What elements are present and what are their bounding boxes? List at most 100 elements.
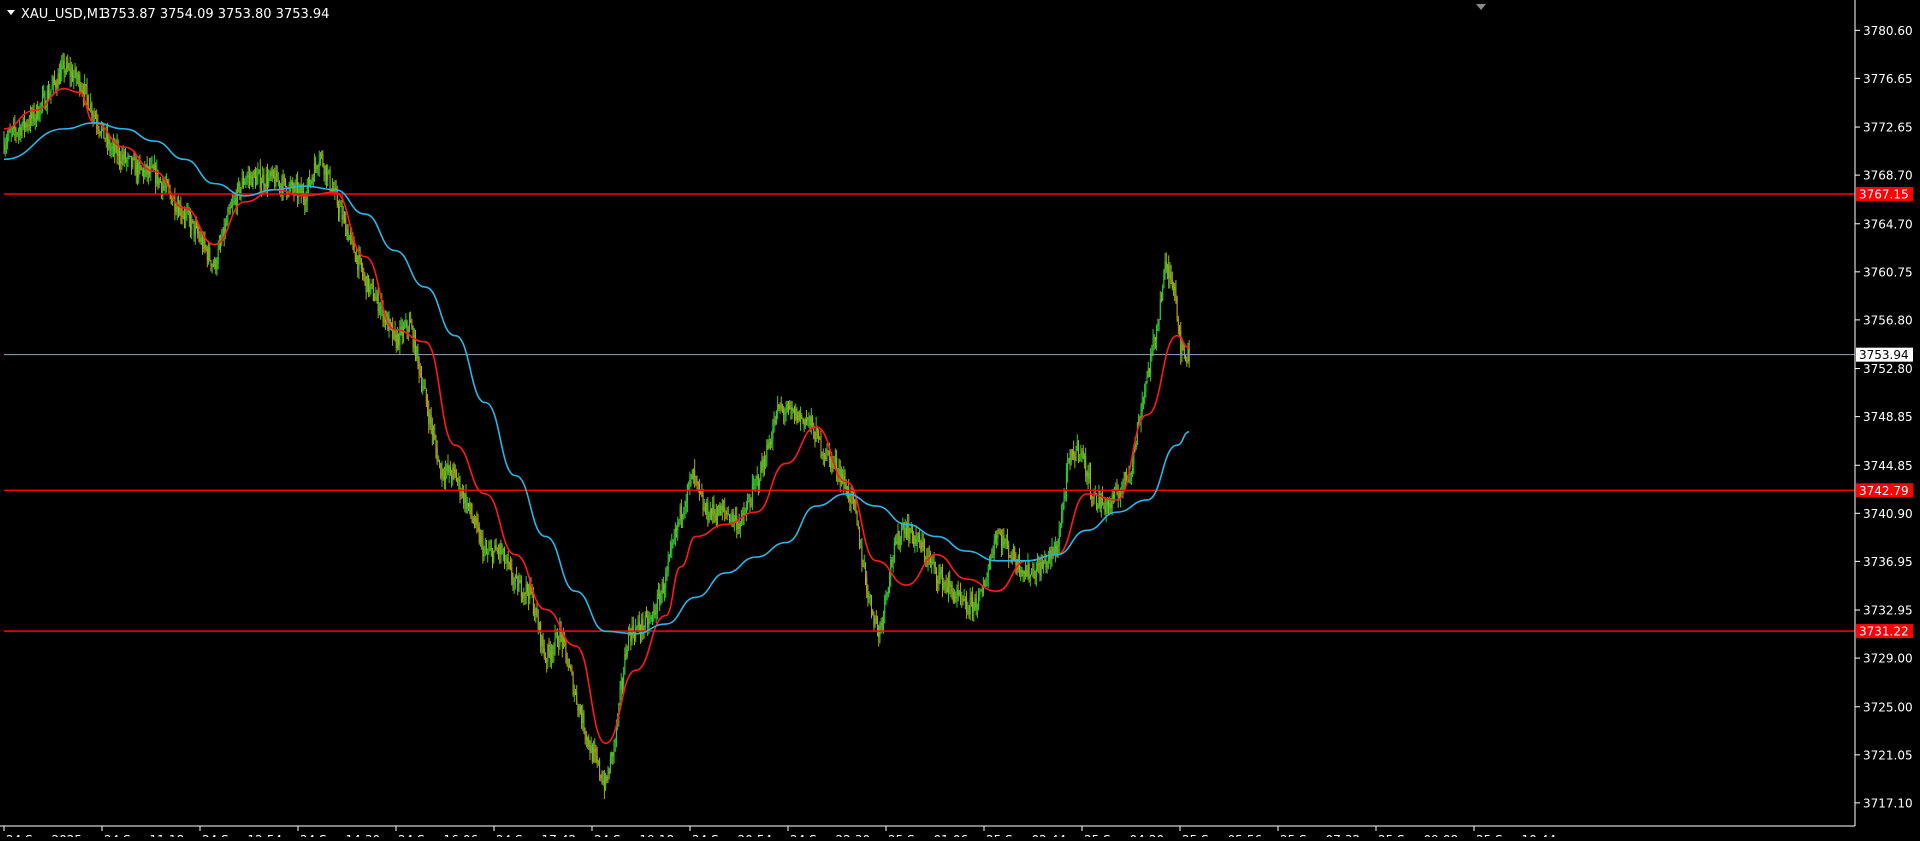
candle-body	[1158, 319, 1160, 325]
candle-body	[748, 501, 750, 503]
candle-body	[171, 200, 173, 204]
candle-body	[418, 358, 420, 374]
candle-body	[1021, 570, 1023, 577]
candle-body	[571, 669, 573, 674]
candle-body	[815, 427, 817, 442]
candle-body	[591, 745, 593, 762]
candle-body	[40, 103, 42, 105]
candle-body	[1067, 463, 1069, 473]
candle-body	[365, 276, 367, 293]
time-tick-label: 24 Sep 2025	[6, 833, 82, 837]
candle-body	[864, 565, 866, 578]
candle-body	[754, 483, 756, 485]
candle-body	[74, 68, 76, 76]
candle-body	[769, 442, 771, 445]
candle-body	[477, 523, 479, 528]
candle-body	[963, 598, 965, 602]
price-chart[interactable]: 3780.60 3776.65 3772.65 3768.70 3764.70 3760.…	[0, 0, 1920, 841]
candle-body	[759, 480, 761, 486]
candle-body	[10, 131, 12, 133]
candle-body	[528, 592, 530, 600]
candle-body	[520, 580, 522, 597]
candle-body	[48, 90, 50, 99]
candle-body	[954, 596, 956, 602]
candle-body	[727, 514, 729, 516]
candle-body	[855, 503, 857, 513]
candle-body	[84, 84, 86, 98]
candle-body	[688, 484, 690, 486]
candle-body	[525, 583, 527, 595]
candle-body	[589, 746, 591, 753]
candle-body	[647, 615, 649, 627]
candle-body	[749, 501, 751, 504]
candle-body	[738, 523, 740, 530]
candle-body	[800, 415, 802, 421]
candle-body	[858, 526, 860, 547]
candle-body	[802, 418, 804, 420]
candle-body	[668, 555, 670, 562]
candle-body	[885, 595, 887, 597]
candle-body	[1033, 569, 1035, 578]
candle-body	[765, 465, 767, 467]
candle-body	[1027, 564, 1029, 577]
candle-body	[329, 170, 331, 189]
candle-body	[778, 404, 780, 410]
candle-body	[259, 169, 261, 188]
candle-body	[63, 61, 65, 73]
price-tick-label: 3717.10	[1863, 796, 1913, 810]
candle-body	[803, 418, 805, 426]
candle-body	[627, 629, 629, 651]
candle-body	[177, 206, 179, 216]
candle-body	[1160, 299, 1162, 301]
time-tick-label: 24 Sep 19:18	[594, 833, 674, 837]
candle-body	[862, 561, 864, 567]
candle-body	[90, 103, 92, 111]
candle-body	[1097, 504, 1099, 509]
candle-body	[904, 528, 906, 534]
candle-body	[1041, 562, 1043, 568]
candle-body	[393, 330, 395, 339]
candle-body	[695, 476, 697, 479]
candle-body	[423, 386, 425, 388]
candle-body	[751, 483, 753, 505]
chart-frame[interactable]: 3780.60 3776.65 3772.65 3768.70 3764.70 3760.…	[0, 0, 1920, 841]
candle-body	[513, 580, 515, 585]
candle-body	[285, 178, 287, 187]
candle-body	[1026, 569, 1028, 577]
candle-body	[1022, 570, 1024, 577]
candle-body	[534, 613, 536, 615]
price-tick-label: 3780.60	[1863, 24, 1913, 38]
candle-body	[1105, 506, 1107, 512]
candle-body	[85, 84, 87, 87]
candle-body	[607, 771, 609, 781]
candle-body	[1177, 319, 1179, 326]
candle-body	[957, 590, 959, 595]
candle-body	[451, 475, 453, 480]
candle-body	[932, 561, 934, 563]
candle-body	[371, 283, 373, 286]
candle-body	[294, 183, 296, 192]
candle-body	[29, 112, 31, 126]
candle-body	[1162, 287, 1164, 301]
candle-body	[555, 632, 557, 634]
candle-body	[594, 748, 596, 753]
candle-body	[440, 463, 442, 478]
candle-body	[1025, 569, 1027, 574]
candle-body	[914, 536, 916, 545]
candle-body	[17, 130, 19, 134]
candle-body	[772, 428, 774, 441]
candle-body	[1077, 441, 1079, 456]
bid-tag-label: 3753.94	[1859, 348, 1909, 362]
candle-body	[494, 545, 496, 551]
candle-body	[1150, 353, 1152, 373]
candle-body	[1052, 546, 1054, 555]
candle-body	[9, 130, 11, 133]
time-tick-label: 25 Sep 01:06	[888, 833, 968, 837]
candle-body	[390, 323, 392, 326]
candle-body	[363, 274, 365, 276]
candle-body	[576, 692, 578, 704]
candle-body	[194, 225, 196, 236]
candle-body	[975, 597, 977, 609]
candle-body	[144, 169, 146, 177]
candle-body	[678, 519, 680, 522]
